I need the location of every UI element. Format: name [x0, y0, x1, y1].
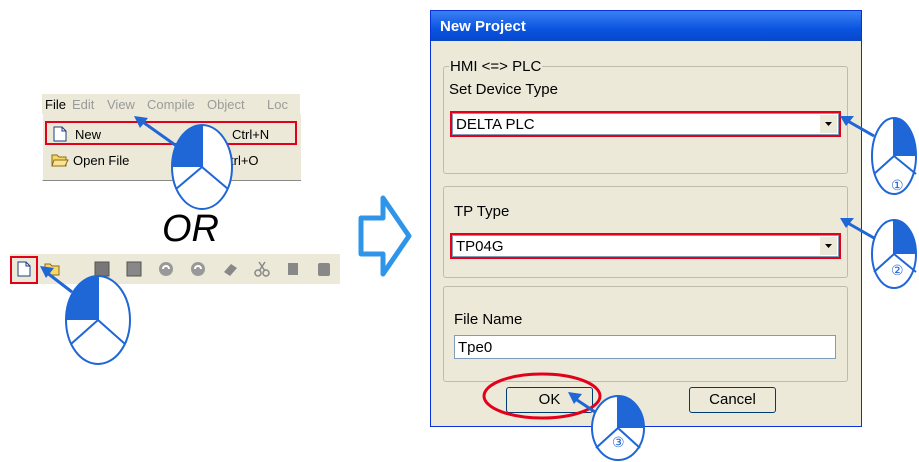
right-arrow-icon	[358, 195, 412, 277]
menu-item-label: New	[75, 127, 102, 142]
cut-icon[interactable]	[254, 261, 270, 277]
mouse-click-indicator	[40, 266, 131, 365]
menu-bar: File Edit View Compile Object Loc	[42, 94, 300, 114]
tp-type-group: TP Type TP04G	[443, 186, 848, 278]
tp-type-label: TP Type	[454, 203, 510, 220]
menu-item-shortcut: Ctrl+N	[232, 127, 270, 142]
dialog-title: New Project	[440, 18, 526, 35]
folder-open-icon	[51, 154, 69, 167]
menu-edit[interactable]: Edit	[72, 97, 94, 112]
dialog-titlebar: New Project	[431, 11, 861, 41]
file-name-input[interactable]: Tpe0	[454, 335, 836, 359]
compile-icon[interactable]	[158, 261, 174, 277]
eraser-icon[interactable]	[222, 261, 238, 277]
group-legend: HMI <=> PLC	[449, 58, 543, 75]
menu-view[interactable]: View	[107, 97, 135, 112]
copy-icon[interactable]	[286, 261, 302, 277]
menu-file[interactable]: File	[45, 97, 66, 112]
device-type-highlight	[450, 111, 841, 137]
hmi-plc-group: HMI <=> PLC Set Device Type DELTA PLC	[443, 58, 848, 174]
menu-compile[interactable]: Compile	[147, 97, 195, 112]
mouse-click-indicator	[840, 116, 917, 195]
step-number-3: ③	[612, 434, 625, 450]
paste-icon[interactable]	[316, 261, 332, 277]
new-project-dialog: New Project HMI <=> PLC Set Device Type …	[430, 10, 862, 427]
compile-all-icon[interactable]	[190, 261, 206, 277]
cancel-button[interactable]: Cancel	[689, 387, 776, 413]
set-device-type-label: Set Device Type	[449, 81, 558, 98]
new-file-icon	[53, 126, 67, 142]
file-name-label: File Name	[454, 311, 523, 328]
or-text: OR	[162, 208, 219, 250]
mouse-click-indicator	[840, 218, 917, 289]
mouse-click-indicator	[134, 116, 233, 210]
tp-type-highlight	[450, 233, 841, 259]
menu-object[interactable]: Object	[207, 97, 245, 112]
menu-item-label: Open File	[73, 153, 130, 168]
new-file-icon[interactable]	[16, 261, 32, 277]
step-number-1: ①	[891, 177, 904, 193]
menu-loc[interactable]: Loc	[267, 97, 288, 112]
step-number-2: ②	[891, 262, 904, 278]
file-name-group: File Name Tpe0	[443, 286, 848, 382]
file-name-value: Tpe0	[458, 339, 493, 356]
